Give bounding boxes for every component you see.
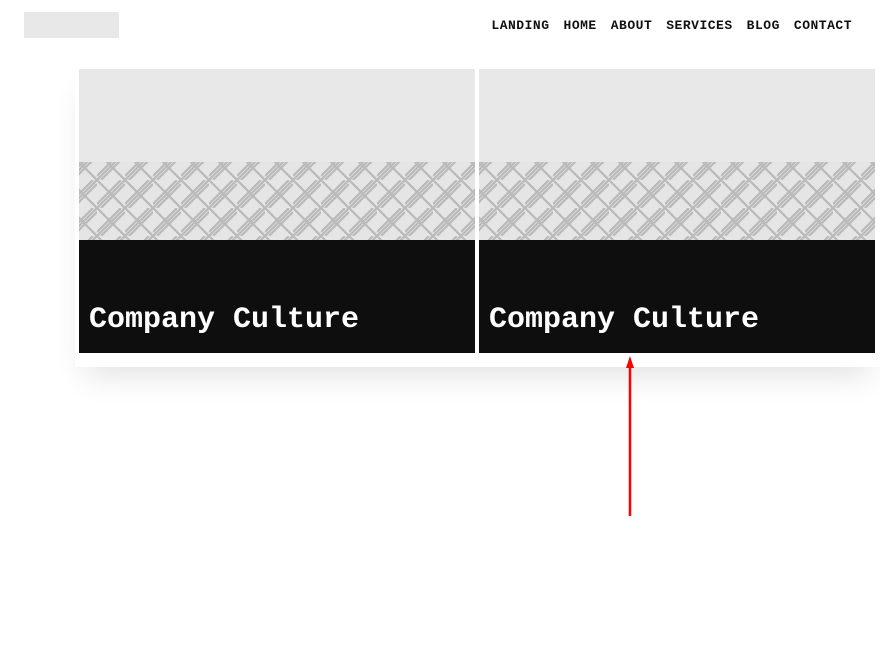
card-row: Company Culture Company Culture <box>79 69 880 353</box>
card-pattern-band <box>79 162 475 240</box>
card-image-placeholder <box>79 69 475 162</box>
site-logo[interactable] <box>24 12 119 38</box>
nav-item-blog[interactable]: BLOG <box>747 18 780 33</box>
site-header: LANDING HOME ABOUT SERVICES BLOG CONTACT <box>0 0 880 50</box>
nav-item-landing[interactable]: LANDING <box>491 18 549 33</box>
card-company-culture-2[interactable]: Company Culture <box>479 69 875 353</box>
content-panel: Company Culture Company Culture <box>75 62 880 367</box>
nav-item-about[interactable]: ABOUT <box>611 18 653 33</box>
nav-item-contact[interactable]: CONTACT <box>794 18 852 33</box>
nav-item-services[interactable]: SERVICES <box>666 18 732 33</box>
card-pattern-band <box>479 162 875 240</box>
card-footer: Company Culture <box>79 240 475 353</box>
card-footer: Company Culture <box>479 240 875 353</box>
card-company-culture-1[interactable]: Company Culture <box>79 69 475 353</box>
main-nav: LANDING HOME ABOUT SERVICES BLOG CONTACT <box>491 18 852 33</box>
card-image-placeholder <box>479 69 875 162</box>
annotation-arrow-icon <box>626 356 638 521</box>
card-title: Company Culture <box>489 303 759 337</box>
nav-item-home[interactable]: HOME <box>564 18 597 33</box>
card-title: Company Culture <box>89 303 359 337</box>
